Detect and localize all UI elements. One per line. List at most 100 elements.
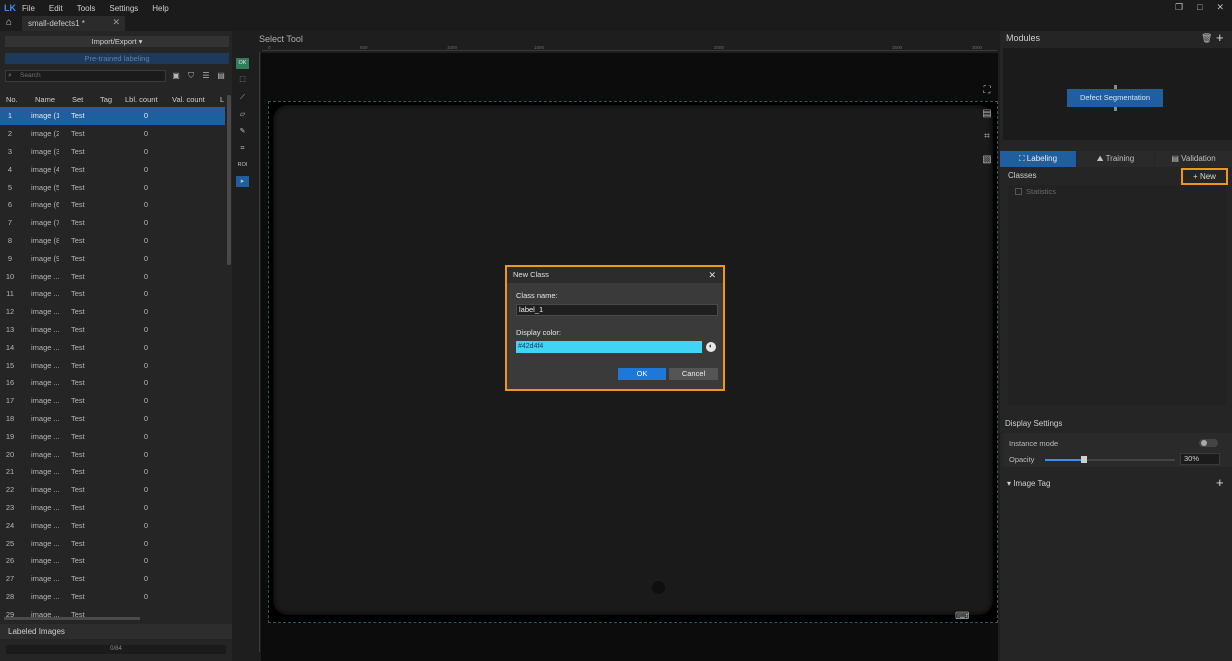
menu-help[interactable]: Help bbox=[152, 4, 168, 13]
table-row[interactable]: 12 image ... Test 0 bbox=[0, 303, 225, 321]
cancel-button[interactable]: Cancel bbox=[669, 368, 718, 380]
new-class-button[interactable]: + New bbox=[1181, 168, 1228, 185]
image-feature bbox=[652, 581, 665, 594]
trash-icon[interactable]: 🗑 bbox=[1201, 33, 1212, 44]
col-tag[interactable]: Tag bbox=[90, 95, 117, 104]
file-tab[interactable]: small-defects1 * ✕ bbox=[22, 16, 125, 31]
crosshair-tool-icon[interactable]: ⌗ bbox=[236, 143, 249, 154]
maximize-icon[interactable]: □ bbox=[1197, 2, 1202, 13]
row-label-count: 0 bbox=[143, 164, 149, 174]
col-lbl-count[interactable]: Lbl. count bbox=[117, 95, 164, 104]
table-row[interactable]: 23 image ... Test 0 bbox=[0, 499, 225, 517]
module-node[interactable]: Defect Segmentation bbox=[1067, 89, 1163, 107]
grid-icon[interactable]: ⌗ bbox=[981, 131, 993, 143]
table-row[interactable]: 1 image (1) Test 0 bbox=[0, 107, 225, 125]
table-row[interactable]: 3 image (3) Test 0 bbox=[0, 143, 225, 161]
mask-icon[interactable]: ▧ bbox=[981, 154, 993, 166]
table-row[interactable]: 27 image ... Test 0 bbox=[0, 570, 225, 588]
table-row[interactable]: 4 image (4) Test 0 bbox=[0, 160, 225, 178]
ruler-tick: 500 bbox=[360, 45, 368, 50]
roi-tool-button[interactable]: ROI bbox=[236, 160, 249, 171]
menu-file[interactable]: File bbox=[22, 4, 35, 13]
table-row[interactable]: 28 image ... Test 0 bbox=[0, 588, 225, 606]
statistics-row[interactable]: Statistics bbox=[1015, 187, 1056, 196]
keyboard-icon[interactable]: ⌨ bbox=[955, 611, 969, 623]
table-row[interactable]: 17 image ... Test 0 bbox=[0, 392, 225, 410]
row-set: Test bbox=[71, 502, 85, 512]
col-set[interactable]: Set bbox=[62, 95, 90, 104]
statistics-checkbox[interactable] bbox=[1015, 188, 1022, 195]
rect-tool-icon[interactable]: ▱ bbox=[236, 109, 249, 120]
tab-labeling[interactable]: ⛶ Labeling bbox=[1000, 151, 1076, 167]
table-row[interactable]: 26 image ... Test 0 bbox=[0, 552, 225, 570]
table-row[interactable]: 2 image (2) Test 0 bbox=[0, 125, 225, 143]
table-row[interactable]: 16 image ... Test 0 bbox=[0, 374, 225, 392]
table-row[interactable]: 25 image ... Test 0 bbox=[0, 534, 225, 552]
class-name-input[interactable]: label_1 bbox=[516, 304, 718, 316]
ok-tool-button[interactable]: OK bbox=[236, 58, 249, 69]
display-color-input[interactable]: #42d4f4 bbox=[516, 341, 702, 353]
menu-settings[interactable]: Settings bbox=[109, 4, 138, 13]
horizontal-scrollbar[interactable] bbox=[4, 617, 140, 620]
layout-icon[interactable]: ▤ bbox=[216, 71, 226, 81]
table-row[interactable]: 20 image ... Test 0 bbox=[0, 445, 225, 463]
search-icon: ⌕ bbox=[8, 72, 12, 79]
image-tag-section[interactable]: ▾ Image Tag bbox=[1007, 479, 1050, 488]
table-row[interactable]: 22 image ... Test 0 bbox=[0, 481, 225, 499]
table-row[interactable]: 14 image ... Test 0 bbox=[0, 338, 225, 356]
dialog-close-icon[interactable]: ✕ bbox=[708, 267, 716, 283]
list-view-icon[interactable]: ☰ bbox=[201, 71, 211, 81]
tab-training[interactable]: ⛰ Training bbox=[1077, 151, 1154, 167]
table-row[interactable]: 18 image ... Test 0 bbox=[0, 410, 225, 428]
polygon-tool-icon[interactable]: ⟋ bbox=[236, 92, 249, 103]
image-view-icon[interactable]: ▣ bbox=[171, 71, 181, 81]
filter-icon[interactable]: ⛉ bbox=[186, 71, 196, 81]
add-module-icon[interactable]: + bbox=[1216, 30, 1224, 45]
table-row[interactable]: 11 image ... Test 0 bbox=[0, 285, 225, 303]
table-row[interactable]: 24 image ... Test 0 bbox=[0, 516, 225, 534]
menu-tools[interactable]: Tools bbox=[77, 4, 96, 13]
search-input[interactable]: Search bbox=[5, 70, 166, 82]
active-tool-icon[interactable]: ▸ bbox=[236, 176, 249, 187]
new-class-dialog: New Class ✕ Class name: label_1 Display … bbox=[505, 265, 725, 391]
color-picker-icon[interactable]: ◐ bbox=[706, 342, 716, 352]
row-set: Test bbox=[71, 200, 85, 210]
select-tool-icon[interactable]: ⬚ bbox=[236, 74, 249, 85]
row-label-count: 0 bbox=[143, 520, 149, 530]
table-row[interactable]: 5 image (5) Test 0 bbox=[0, 178, 225, 196]
minimize-restore-icon[interactable]: ❐ bbox=[1175, 2, 1183, 13]
table-row[interactable]: 9 image (9) Test 0 bbox=[0, 249, 225, 267]
menu-edit[interactable]: Edit bbox=[49, 4, 63, 13]
opacity-slider-handle[interactable] bbox=[1081, 456, 1087, 463]
table-row[interactable]: 7 image (7) Test 0 bbox=[0, 214, 225, 232]
vertical-scrollbar[interactable] bbox=[227, 95, 231, 265]
col-name[interactable]: Name bbox=[25, 95, 62, 104]
col-val-count[interactable]: Val. count bbox=[164, 95, 214, 104]
opacity-spinbox[interactable]: 30% bbox=[1180, 453, 1220, 465]
table-row[interactable]: 13 image ... Test 0 bbox=[0, 321, 225, 339]
labeling-icon: ⛶ bbox=[1018, 154, 1025, 163]
close-tab-icon[interactable]: ✕ bbox=[112, 17, 120, 28]
home-icon[interactable]: ⌂ bbox=[6, 17, 17, 28]
table-row[interactable]: 6 image (6) Test 0 bbox=[0, 196, 225, 214]
table-row[interactable]: 21 image ... Test 0 bbox=[0, 463, 225, 481]
ok-button[interactable]: OK bbox=[618, 368, 666, 380]
tab-validation[interactable]: ▤ Validation bbox=[1155, 151, 1232, 167]
row-name: image ... bbox=[31, 413, 59, 423]
row-name: image ... bbox=[31, 289, 59, 299]
col-l[interactable]: L bbox=[214, 95, 226, 104]
fit-view-icon[interactable]: ⛶ bbox=[981, 85, 993, 97]
close-window-icon[interactable]: ✕ bbox=[1216, 2, 1224, 13]
add-tag-icon[interactable]: + bbox=[1216, 475, 1224, 490]
pretrained-labeling-button[interactable]: Pre-trained labeling bbox=[5, 53, 229, 64]
import-export-button[interactable]: Import/Export ▾ bbox=[5, 36, 229, 47]
row-set: Test bbox=[71, 467, 85, 477]
table-row[interactable]: 15 image ... Test 0 bbox=[0, 356, 225, 374]
brush-tool-icon[interactable]: ✎ bbox=[236, 126, 249, 137]
image-settings-icon[interactable]: ▤ bbox=[981, 108, 993, 120]
table-row[interactable]: 29 image ... Test bbox=[0, 605, 225, 617]
table-row[interactable]: 10 image ... Test 0 bbox=[0, 267, 225, 285]
table-row[interactable]: 19 image ... Test 0 bbox=[0, 427, 225, 445]
col-no[interactable]: No. bbox=[0, 95, 25, 104]
table-row[interactable]: 8 image (8) Test 0 bbox=[0, 232, 225, 250]
